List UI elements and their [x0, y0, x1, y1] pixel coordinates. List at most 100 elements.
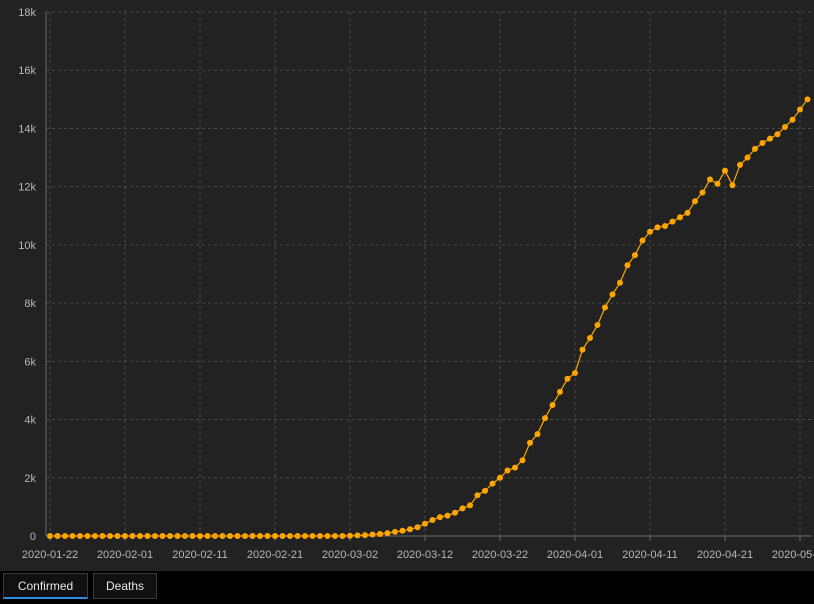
data-point: [534, 431, 541, 438]
data-point: [429, 516, 436, 523]
x-tick-label: 2020-03-02: [322, 549, 378, 561]
data-point: [602, 304, 608, 311]
data-point: [242, 533, 248, 539]
data-point: [609, 291, 616, 298]
data-point: [677, 214, 683, 221]
data-point: [699, 189, 706, 196]
data-point: [354, 532, 361, 539]
data-point: [369, 531, 376, 538]
data-point: [452, 509, 458, 516]
data-point: [309, 533, 316, 539]
data-point: [362, 532, 368, 539]
x-tick-label: 2020-03-22: [472, 549, 528, 561]
data-point: [92, 533, 98, 539]
x-tick-label: 2020-04-01: [547, 549, 603, 561]
data-point: [527, 439, 533, 446]
data-point: [107, 533, 113, 539]
data-point: [782, 123, 788, 130]
data-point: [219, 533, 226, 539]
data-point: [504, 467, 511, 474]
data-point: [204, 533, 211, 539]
x-tick-labels: 2020-01-22 2020-02-01 2020-02-11 2020-02-21…: [22, 549, 814, 561]
data-point: [399, 527, 406, 534]
data-point: [324, 533, 331, 539]
data-point: [482, 487, 488, 494]
data-point: [767, 135, 773, 142]
data-point: [474, 492, 481, 499]
data-point: [144, 533, 151, 539]
data-point: [212, 533, 218, 539]
data-point: [789, 116, 796, 123]
data-point: [549, 402, 556, 408]
data-point: [729, 182, 736, 189]
data-point: [459, 505, 466, 512]
data-point: [752, 145, 758, 152]
data-point: [414, 524, 421, 531]
data-point: [189, 533, 196, 539]
x-tick-label: 2020-03-12: [397, 549, 453, 561]
data-point: [384, 530, 391, 537]
data-point: [287, 533, 293, 539]
data-point: [347, 532, 353, 539]
data-point: [54, 533, 61, 539]
x-tick-label: 2020-02-21: [247, 549, 303, 561]
y-tick-label: 4k: [24, 415, 36, 427]
data-point: [227, 533, 233, 539]
data-point: [249, 533, 256, 539]
data-point: [737, 161, 743, 168]
confirmed-series: [47, 96, 811, 539]
data-point: [174, 533, 181, 539]
tab-confirmed[interactable]: Confirmed: [3, 573, 88, 599]
data-point: [594, 321, 601, 328]
data-point: [47, 533, 53, 539]
x-tick-label: 2020-04-11: [622, 549, 677, 561]
data-point: [684, 209, 691, 216]
data-point: [587, 335, 593, 342]
y-tick-label: 2k: [24, 473, 36, 485]
data-point: [497, 474, 503, 481]
data-point: [632, 252, 638, 259]
series-line: [50, 98, 808, 537]
tab-bar: Confirmed Deaths: [0, 571, 814, 604]
chart-panel: 0 2k 4k 6k 8k 10k 12k 14k 16k 18k 2020-01-22 2020-…: [0, 0, 814, 571]
data-point: [624, 262, 631, 269]
axes: [45, 12, 812, 541]
data-point: [137, 533, 143, 539]
tab-deaths[interactable]: Deaths: [93, 573, 157, 599]
x-tick-label: 2020-02-01: [97, 549, 153, 561]
x-tick-label: 2020-02-11: [172, 549, 227, 561]
data-point: [152, 533, 158, 539]
data-point: [294, 533, 301, 539]
data-point: [84, 533, 91, 539]
grid-lines: [46, 11, 812, 536]
data-point: [564, 375, 571, 382]
data-point: [99, 533, 106, 539]
y-tick-labels: 0 2k 4k 6k 8k 10k 12k 14k 16k 18k: [18, 7, 36, 543]
data-point: [647, 228, 653, 235]
data-point: [69, 533, 76, 539]
data-point: [62, 533, 68, 539]
data-point: [722, 167, 728, 174]
data-point: [257, 533, 263, 539]
data-point: [302, 533, 308, 539]
data-point: [167, 533, 173, 539]
x-tick-label: 2020-05-01: [772, 549, 814, 561]
data-point: [662, 222, 668, 229]
data-point: [444, 512, 451, 519]
x-tick-label: 2020-04-21: [697, 549, 753, 561]
line-chart: 02k4k6k8k10k12k14k16k18k 2020-01-22 2020-…: [18, 7, 814, 561]
data-point: [759, 140, 766, 146]
data-point: [579, 346, 586, 353]
data-point: [489, 480, 496, 487]
data-point: [714, 180, 721, 187]
y-tick-label: 10k: [18, 240, 36, 252]
data-point: [437, 514, 443, 521]
data-point: [264, 533, 271, 539]
data-point: [519, 457, 526, 464]
data-point: [692, 198, 698, 205]
data-point: [197, 533, 203, 539]
data-point: [407, 526, 413, 533]
data-point: [797, 106, 803, 113]
data-point: [234, 533, 241, 539]
data-point: [279, 533, 286, 539]
